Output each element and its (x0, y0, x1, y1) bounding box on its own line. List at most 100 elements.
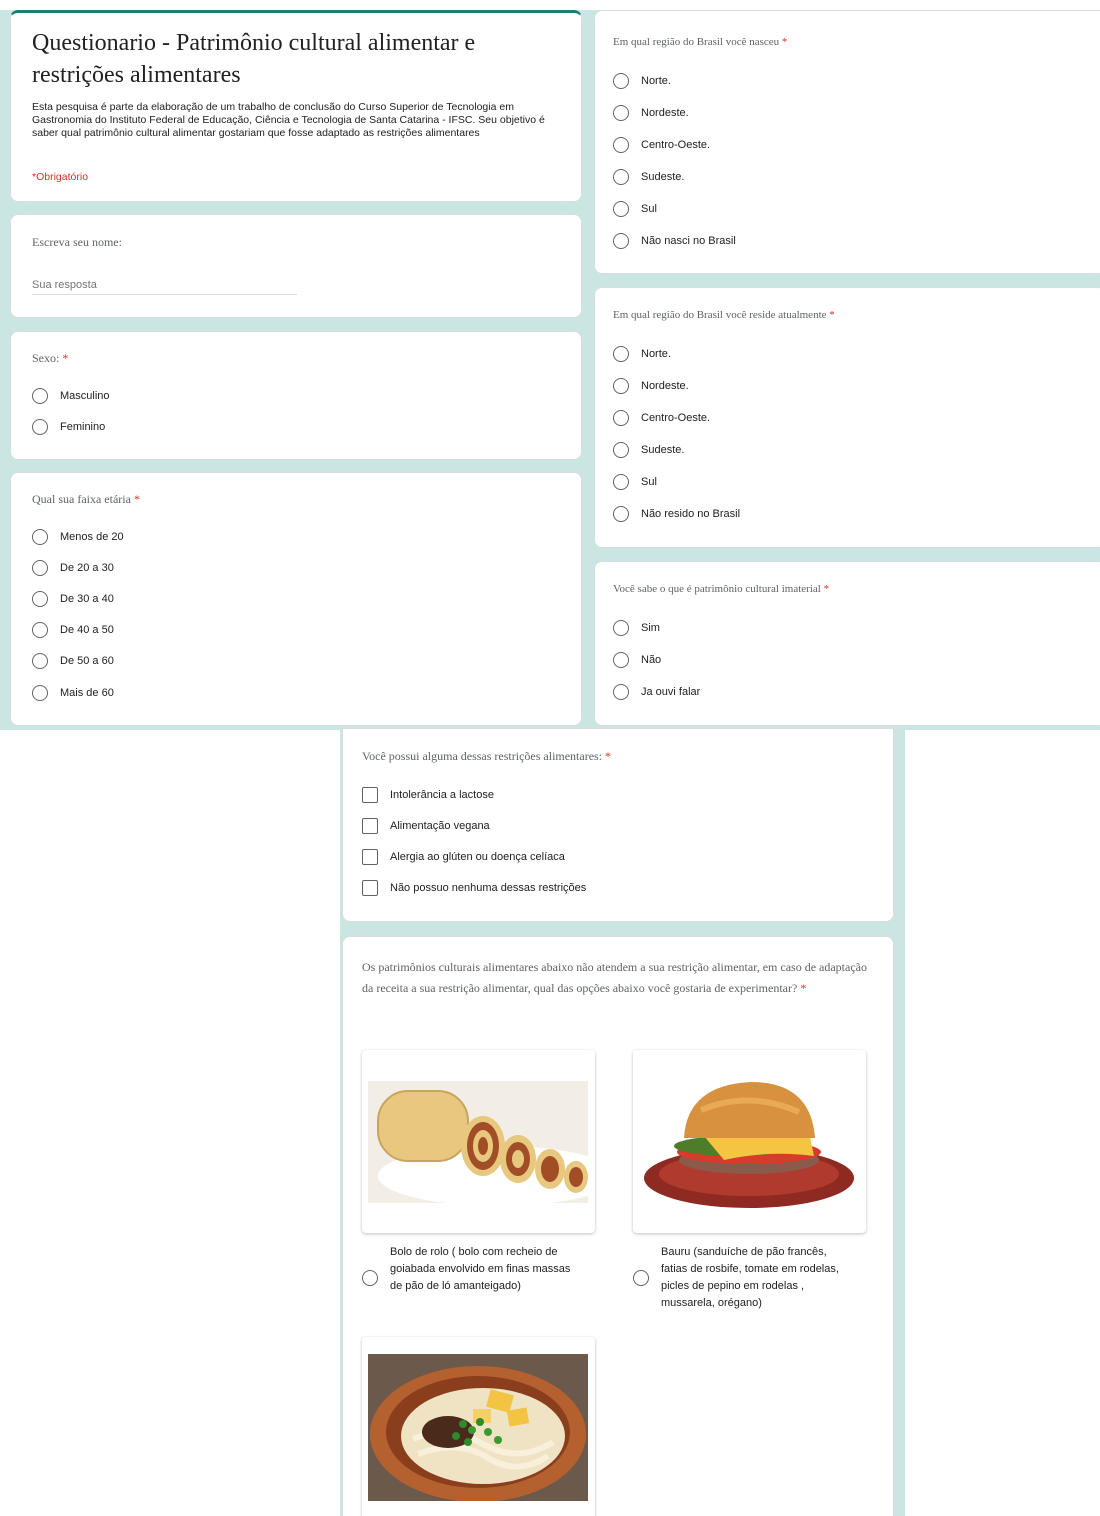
required-mark: * (829, 309, 835, 321)
option-sudeste[interactable]: Sudeste. (613, 169, 684, 185)
option-centro-oeste[interactable]: Centro-Oeste. (613, 137, 710, 153)
option-label: De 20 a 30 (60, 562, 114, 574)
option-label: Sul (641, 203, 657, 215)
radio-circle-icon[interactable] (613, 201, 629, 217)
heritage-question-label: Você sabe o que é patrimônio cultural im… (613, 583, 821, 595)
bolo-de-rolo-image-card[interactable] (362, 1050, 595, 1233)
option-centro-oeste[interactable]: Centro-Oeste. (613, 410, 710, 426)
option-label: Não resido no Brasil (641, 508, 741, 520)
radio-circle-icon[interactable] (32, 685, 48, 701)
option-alergia-gluten[interactable]: Alergia ao glúten ou doença celíaca (362, 849, 565, 865)
radio-circle-icon[interactable] (32, 591, 48, 607)
option-alimentacao-vegana[interactable]: Alimentação vegana (362, 818, 490, 834)
radio-circle-icon[interactable] (32, 653, 48, 669)
option-de-20-a-30[interactable]: De 20 a 30 (32, 560, 114, 576)
option-label: Norte. (641, 75, 671, 87)
required-note: *Obrigatório (32, 171, 89, 183)
age-question-title: Qual sua faixa etária * (32, 492, 140, 507)
option-label: Não nasci no Brasil (641, 235, 736, 247)
checkbox-icon[interactable] (362, 787, 378, 803)
bauru-sandwich-image-card[interactable] (633, 1050, 866, 1233)
form-description: Esta pesquisa é parte da elaboração de u… (32, 101, 545, 139)
option-label: Alergia ao glúten ou doença celíaca (390, 851, 565, 863)
option-ja-ouvi-falar[interactable]: Ja ouvi falar (613, 684, 700, 700)
option-menos-de-20[interactable]: Menos de 20 (32, 529, 124, 545)
radio-circle-icon[interactable] (613, 506, 629, 522)
dish-question-card: Os patrimônios culturais alimentares aba… (342, 936, 894, 1516)
radio-circle-icon[interactable] (32, 388, 48, 404)
radio-circle-icon[interactable] (362, 1270, 378, 1286)
noodle-bowl-image (368, 1354, 588, 1501)
option-mais-de-60[interactable]: Mais de 60 (32, 685, 114, 701)
radio-circle-icon[interactable] (613, 474, 629, 490)
radio-circle-icon[interactable] (613, 346, 629, 362)
option-label: Não possuo nenhuma dessas restrições (390, 882, 587, 894)
option-bolo-de-rolo[interactable]: Bolo de rolo ( bolo com recheio de goiab… (362, 1244, 575, 1295)
radio-circle-icon[interactable] (613, 410, 629, 426)
option-masculino[interactable]: Masculino (32, 388, 110, 404)
radio-circle-icon[interactable] (633, 1270, 649, 1286)
option-de-30-a-40[interactable]: De 30 a 40 (32, 591, 114, 607)
checkbox-icon[interactable] (362, 880, 378, 896)
option-norte[interactable]: Norte. (613, 346, 671, 362)
radio-circle-icon[interactable] (613, 137, 629, 153)
option-feminino[interactable]: Feminino (32, 419, 105, 435)
radio-circle-icon[interactable] (32, 622, 48, 638)
option-sim[interactable]: Sim (613, 620, 660, 636)
option-bauru[interactable]: Bauru (sanduíche de pão francês, fatias … (633, 1244, 851, 1312)
form-title: Questionario - Patrimônio cultural alime… (32, 30, 476, 88)
option-nao-nasci-no-brasil[interactable]: Não nasci no Brasil (613, 233, 736, 249)
option-norte[interactable]: Norte. (613, 73, 671, 89)
option-label: Sim (641, 622, 660, 634)
heritage-question-card: Você sabe o que é patrimônio cultural im… (594, 561, 1100, 726)
option-de-40-a-50[interactable]: De 40 a 50 (32, 622, 114, 638)
option-label: Bauru (sanduíche de pão francês, fatias … (661, 1246, 839, 1309)
option-nenhuma-restricao[interactable]: Não possuo nenhuma dessas restrições (362, 880, 586, 896)
option-sul[interactable]: Sul (613, 201, 657, 217)
checkbox-icon[interactable] (362, 849, 378, 865)
radio-circle-icon[interactable] (32, 560, 48, 576)
dish-question-label: Os patrimônios culturais alimentares aba… (362, 960, 867, 995)
required-mark: * (823, 583, 830, 595)
option-label: Intolerância a lactose (390, 789, 494, 801)
option-de-50-a-60[interactable]: De 50 a 60 (32, 653, 114, 669)
radio-circle-icon[interactable] (613, 442, 629, 458)
option-label: Centro-Oeste. (641, 412, 711, 424)
option-nao[interactable]: Não (613, 652, 661, 668)
age-question-card: Qual sua faixa etária * Menos de 20 De 2… (10, 472, 582, 726)
option-label: Sul (641, 476, 657, 488)
checkbox-icon[interactable] (362, 818, 378, 834)
radio-circle-icon[interactable] (613, 105, 629, 121)
option-label: Ja ouvi falar (641, 686, 701, 698)
option-label: Centro-Oeste. (641, 139, 711, 151)
option-sul[interactable]: Sul (613, 474, 657, 490)
radio-circle-icon[interactable] (32, 529, 48, 545)
birth-region-question-label: Em qual região do Brasil você nasceu (613, 36, 780, 48)
radio-circle-icon[interactable] (613, 169, 629, 185)
option-nao-resido-no-brasil[interactable]: Não resido no Brasil (613, 506, 740, 522)
restriction-question-label: Você possui alguma dessas restrições ali… (362, 749, 603, 763)
sex-question-card: Sexo: * Masculino Feminino (10, 331, 582, 460)
radio-circle-icon[interactable] (613, 652, 629, 668)
option-intolerancia-lactose[interactable]: Intolerância a lactose (362, 787, 494, 803)
bolo-de-rolo-image (368, 1081, 588, 1203)
required-mark: * (62, 351, 69, 365)
option-label: De 50 a 60 (60, 655, 114, 667)
radio-circle-icon[interactable] (613, 684, 629, 700)
name-input[interactable] (32, 275, 297, 295)
radio-circle-icon[interactable] (32, 419, 48, 435)
option-label: De 30 a 40 (60, 593, 114, 605)
option-nordeste[interactable]: Nordeste. (613, 105, 689, 121)
name-question-card: Escreva seu nome: (10, 214, 582, 318)
required-mark: * (800, 981, 807, 995)
noodle-bowl-image-card[interactable] (362, 1337, 595, 1516)
option-label: Bolo de rolo ( bolo com recheio de goiab… (390, 1246, 571, 1292)
radio-circle-icon[interactable] (613, 620, 629, 636)
option-label: Masculino (60, 390, 110, 402)
radio-circle-icon[interactable] (613, 73, 629, 89)
radio-circle-icon[interactable] (613, 233, 629, 249)
option-sudeste[interactable]: Sudeste. (613, 442, 684, 458)
option-nordeste[interactable]: Nordeste. (613, 378, 689, 394)
residence-region-question-card: Em qual região do Brasil você reside atu… (594, 287, 1100, 548)
radio-circle-icon[interactable] (613, 378, 629, 394)
